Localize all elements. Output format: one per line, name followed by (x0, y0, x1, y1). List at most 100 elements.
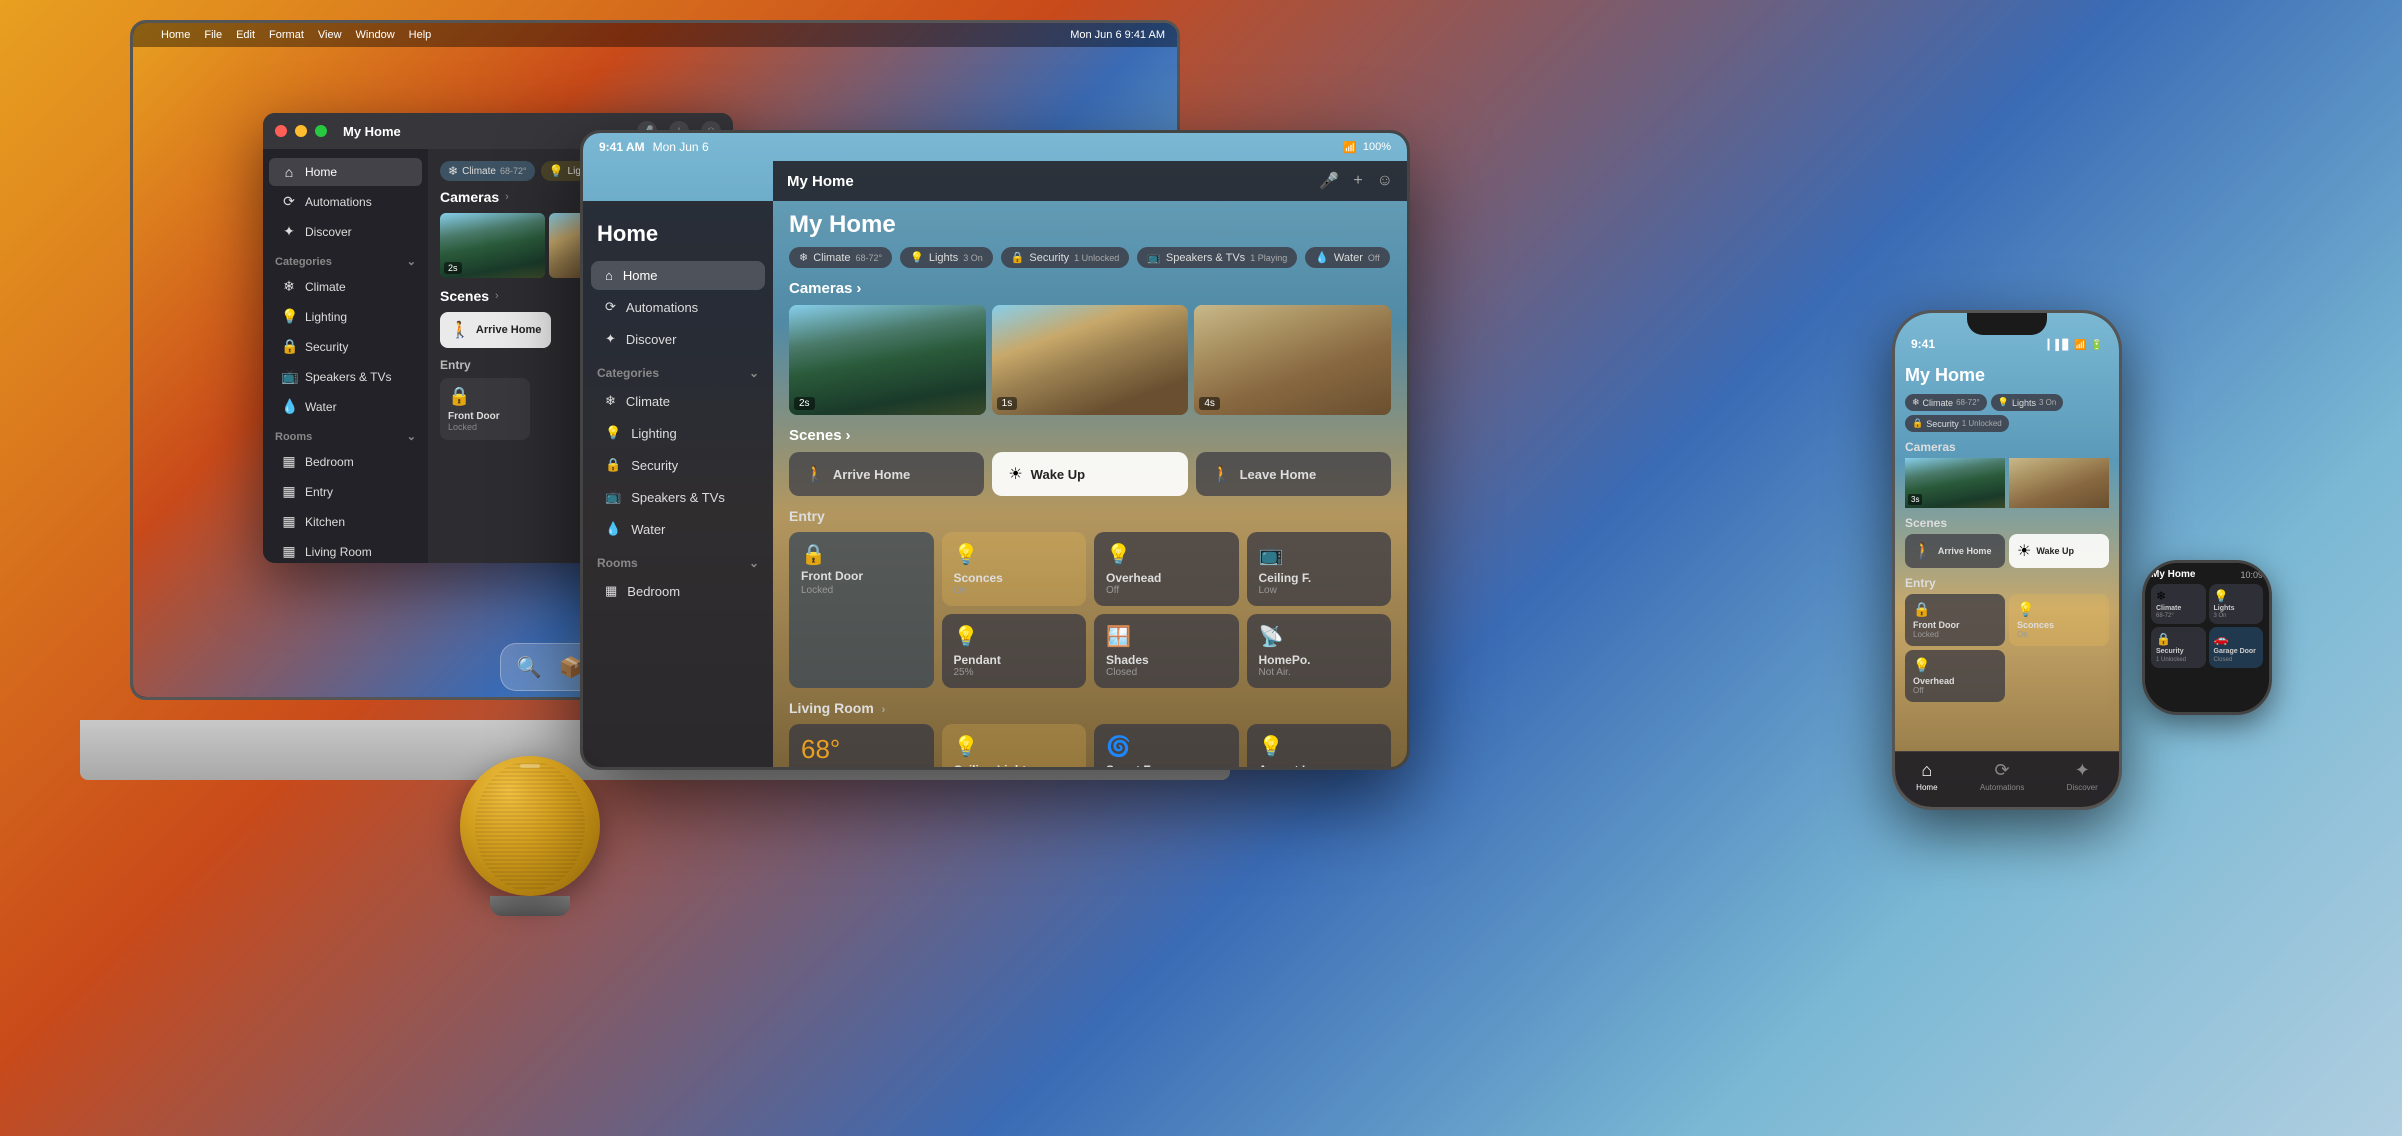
ipad-sidebar-water[interactable]: 💧 Water (591, 514, 765, 544)
climate-chip[interactable]: ❄ Climate 68-72° (440, 161, 535, 181)
camera-thumb-0[interactable]: 2s (440, 213, 545, 278)
ipad-speakers-chip-icon: 📺 (1147, 251, 1161, 264)
close-button[interactable] (275, 125, 287, 137)
iphone-tab-discover[interactable]: ✦ Discover (2067, 760, 2098, 792)
ipad-camera-0[interactable]: 2s (789, 305, 986, 415)
arrive-home-scene[interactable]: 🚶 Arrive Home (440, 312, 551, 348)
ipad-scenes-section: Scenes › 🚶 Arrive Home ☀ Wake Up (789, 427, 1391, 496)
ipad-security-chip[interactable]: 🔒 Security 1 Unlocked (1001, 247, 1129, 268)
ipad-pendant-card[interactable]: 💡 Pendant 25% (942, 614, 1087, 688)
iphone-lights-chip[interactable]: 💡 Lights 3 On (1991, 394, 2064, 411)
ipad-water-chip[interactable]: 💧 Water Off (1305, 247, 1389, 268)
sidebar-item-lighting[interactable]: 💡 Lighting (269, 302, 422, 331)
ipad-cameras-chevron[interactable]: › (856, 280, 861, 297)
menu-format[interactable]: Format (269, 29, 304, 41)
ipad-homepod-card[interactable]: 📡 HomePo. Not Air. (1247, 614, 1392, 688)
cameras-chevron[interactable]: › (505, 191, 509, 203)
sidebar-item-climate[interactable]: ❄ Climate (269, 272, 422, 301)
watch-tile-garage[interactable]: 🚗 Garage Door Closed (2209, 627, 2264, 667)
ipad-lights-chip-sub: 3 On (963, 253, 983, 263)
watch-tile-climate[interactable]: ❄ Climate 68-72° (2151, 584, 2206, 624)
ipad-sidebar-speakers[interactable]: 📺 Speakers & TVs (591, 482, 765, 512)
ipad-arrive-home-label: Arrive Home (833, 467, 910, 482)
iphone-security-chip[interactable]: 🔒 Security 1 Unlocked (1905, 415, 2009, 432)
ipad-microphone-icon[interactable]: 🎤 (1319, 171, 1339, 191)
iphone-tab-automations[interactable]: ⟳ Automations (1980, 760, 2024, 792)
ipad-ceiling-lights-card[interactable]: 💡 Ceiling Lights 90% (942, 724, 1087, 767)
iphone-tab-home[interactable]: ⌂ Home (1916, 760, 1937, 792)
ipad-scenes-chevron[interactable]: › (846, 427, 851, 444)
ipad-sidebar-lighting[interactable]: 💡 Lighting (591, 418, 765, 448)
ipad-sidebar-home[interactable]: ⌂ Home (591, 261, 765, 290)
iphone-time: 9:41 (1911, 337, 1935, 351)
climate-chip-sub: 68-72° (500, 166, 527, 176)
iphone-camera-1[interactable] (2009, 458, 2109, 508)
front-door-card[interactable]: 🔒 Front Door Locked (440, 378, 530, 440)
ipad-overhead-card[interactable]: 💡 Overhead Off (1094, 532, 1239, 606)
ipad-camera-1[interactable]: 1s (992, 305, 1189, 415)
ipad-arrive-home-scene[interactable]: 🚶 Arrive Home (789, 452, 984, 496)
ipad-living-room-grid: 68° Thermostat Heating to 70 💡 Ceiling L… (789, 724, 1391, 767)
iphone-arrive-home-scene[interactable]: 🚶 Arrive Home (1905, 534, 2005, 568)
iphone-front-door-card[interactable]: 🔒 Front Door Locked (1905, 594, 2005, 646)
ipad-sconces-card[interactable]: 💡 Sconces On (942, 532, 1087, 606)
ipad-statusbar-right: 📶 100% (1343, 141, 1391, 154)
scenes-chevron[interactable]: › (495, 290, 499, 302)
ipad-sidebar-discover[interactable]: ✦ Discover (591, 324, 765, 354)
ipad-shades-card[interactable]: 🪟 Shades Closed (1094, 614, 1239, 688)
dock-finder[interactable]: 🔍 (511, 649, 547, 685)
iphone-sconces-card[interactable]: 💡 Sconces On (2009, 594, 2109, 646)
watch-tile-security[interactable]: 🔒 Security 1 Unlocked (2151, 627, 2206, 667)
menu-view[interactable]: View (318, 29, 342, 41)
iphone-climate-chip[interactable]: ❄ Climate 68-72° (1905, 394, 1987, 411)
ipad-sidebar-climate[interactable]: ❄ Climate (591, 386, 765, 416)
ipad-speakers-chip-label: Speakers & TVs (1166, 252, 1245, 264)
ipad-thermostat-card[interactable]: 68° Thermostat Heating to 70 (789, 724, 934, 767)
ipad-add-icon[interactable]: + (1353, 172, 1362, 190)
mac-sidebar: ⌂ Home ⟳ Automations ✦ Discover Catego (263, 149, 428, 563)
menu-home[interactable]: Home (161, 29, 190, 41)
ipad-smiley-icon[interactable]: ☺ (1377, 172, 1393, 190)
watch-tile-lights[interactable]: 💡 Lights 3 On (2209, 584, 2264, 624)
sidebar-item-security[interactable]: 🔒 Security (269, 332, 422, 361)
ipad-smart-fan-icon: 🌀 (1106, 734, 1227, 759)
watch-lights-name: Lights (2214, 605, 2259, 613)
sidebar-item-discover[interactable]: ✦ Discover (269, 217, 422, 246)
iphone-overhead-card[interactable]: 💡 Overhead Off (1905, 650, 2005, 702)
ipad-ceiling-card[interactable]: 📺 Ceiling F. Low (1247, 532, 1392, 606)
ipad-smart-fan-card[interactable]: 🌀 Smart Fan Off (1094, 724, 1239, 767)
ipad-climate-chip[interactable]: ❄ Climate 68-72° (789, 247, 892, 268)
menu-edit[interactable]: Edit (236, 29, 255, 41)
ipad-sidebar-security[interactable]: 🔒 Security (591, 450, 765, 480)
ipad-title-icons: 🎤 + ☺ (1319, 171, 1393, 191)
ipad-discover-icon: ✦ (605, 331, 616, 347)
sidebar-item-speakers[interactable]: 📺 Speakers & TVs (269, 362, 422, 391)
ipad-lights-chip[interactable]: 💡 Lights 3 On (900, 247, 993, 268)
iphone-camera-0[interactable]: 3s (1905, 458, 2005, 508)
menu-window[interactable]: Window (356, 29, 395, 41)
menu-file[interactable]: File (204, 29, 222, 41)
ipad-accent-card[interactable]: 💡 Accent L. Off (1247, 724, 1392, 767)
sidebar-item-water[interactable]: 💧 Water (269, 392, 422, 421)
ipad-wake-up-scene[interactable]: ☀ Wake Up (992, 452, 1187, 496)
sidebar-item-automations[interactable]: ⟳ Automations (269, 187, 422, 216)
sidebar-item-home[interactable]: ⌂ Home (269, 158, 422, 186)
homepod-touch-area[interactable] (520, 764, 540, 768)
iphone-wake-up-icon: ☀ (2017, 541, 2031, 561)
maximize-button[interactable] (315, 125, 327, 137)
sidebar-item-entry[interactable]: ▦ Entry (269, 477, 422, 506)
ipad-sidebar-automations[interactable]: ⟳ Automations (591, 292, 765, 322)
ipad-camera-2[interactable]: 4s (1194, 305, 1391, 415)
ipad-sidebar-bedroom[interactable]: ▦ Bedroom (591, 576, 765, 606)
sidebar-item-bedroom[interactable]: ▦ Bedroom (269, 447, 422, 476)
minimize-button[interactable] (295, 125, 307, 137)
window-title: My Home (343, 124, 401, 139)
sidebar-item-kitchen[interactable]: ▦ Kitchen (269, 507, 422, 536)
iphone-wake-up-scene[interactable]: ☀ Wake Up (2009, 534, 2109, 568)
ipad-speakers-chip[interactable]: 📺 Speakers & TVs 1 Playing (1137, 247, 1297, 268)
sidebar-item-livingroom[interactable]: ▦ Living Room (269, 537, 422, 563)
ipad-front-door-card[interactable]: 🔒 Front Door Locked (789, 532, 934, 688)
menu-help[interactable]: Help (409, 29, 432, 41)
ipad-leave-home-scene[interactable]: 🚶 Leave Home (1196, 452, 1391, 496)
iphone-tab-home-icon: ⌂ (1921, 760, 1932, 781)
